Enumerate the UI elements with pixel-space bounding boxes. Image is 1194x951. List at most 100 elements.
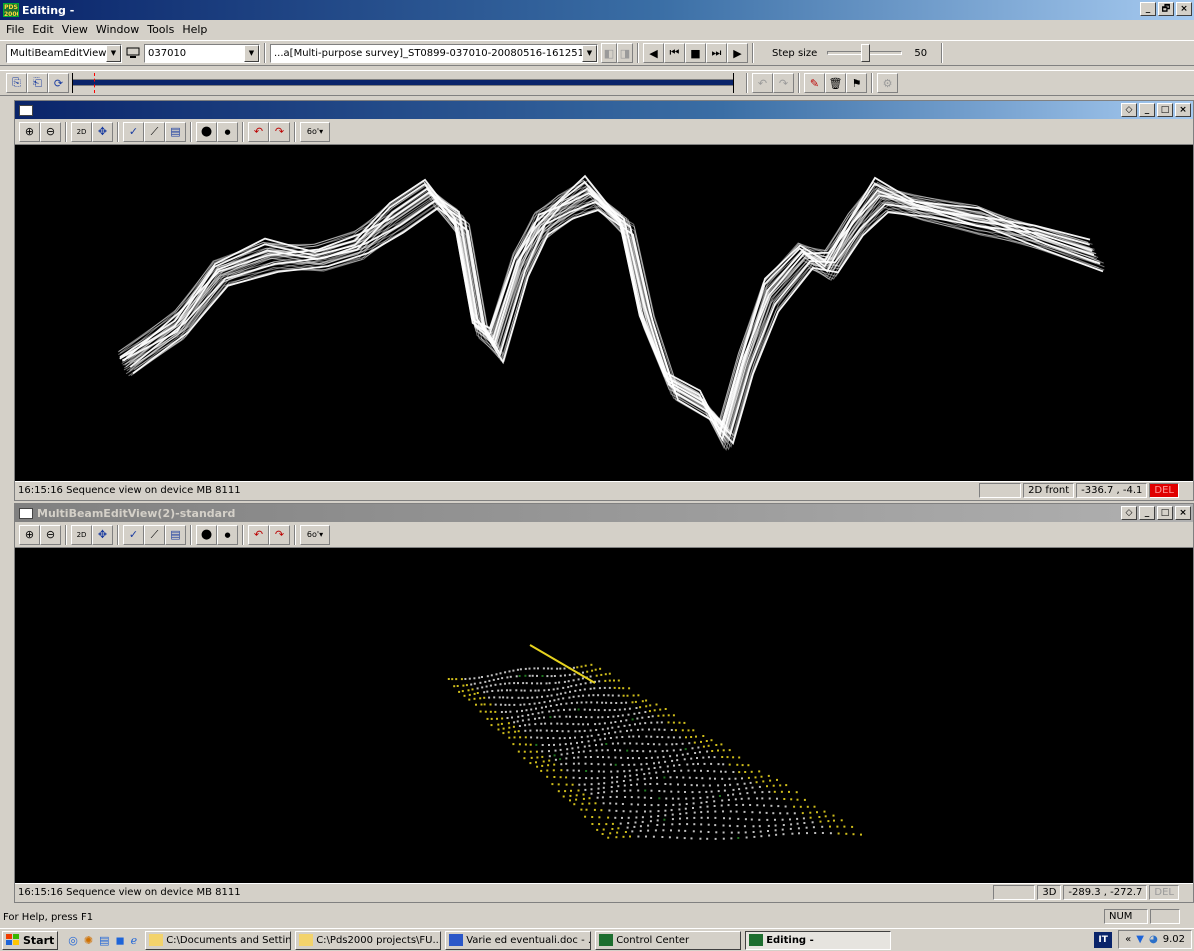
zoom-in-icon[interactable]: ⊕ <box>19 122 40 142</box>
sounding-point <box>729 818 731 820</box>
line-combo[interactable]: 037010 ▼ <box>144 44 260 63</box>
move-cursor-icon[interactable]: ✥ <box>92 122 113 142</box>
sequence-2d-canvas[interactable] <box>15 145 1193 481</box>
menu-tools[interactable]: Tools <box>145 23 180 36</box>
taskbar-item-pds-projects[interactable]: C:\Pds2000 projects\FU... <box>295 931 441 950</box>
rotate-left-icon[interactable]: ↶ <box>248 525 269 545</box>
large-point-icon[interactable]: ● <box>196 122 217 142</box>
stop-button[interactable]: ■ <box>685 43 706 63</box>
top-view-title-bar[interactable]: ◇ _ □ × <box>15 101 1193 119</box>
sounding-point <box>709 785 711 787</box>
start-button[interactable]: Start <box>2 931 58 950</box>
child-maximize-button[interactable]: □ <box>1157 506 1173 520</box>
skip-first-button[interactable]: ⏮ <box>664 43 685 63</box>
list-icon[interactable]: ▤ <box>165 122 186 142</box>
2d-view-button[interactable]: 2D <box>71 122 92 142</box>
rotate-right-icon[interactable]: ↷ <box>269 122 290 142</box>
import-icon[interactable]: ⎘ <box>6 73 27 93</box>
play-backward-button[interactable]: ◀ <box>643 43 664 63</box>
language-indicator[interactable]: IT <box>1094 932 1112 948</box>
position-timeline[interactable] <box>72 73 734 93</box>
menu-window[interactable]: Window <box>94 23 145 36</box>
chevron-down-icon[interactable]: ▼ <box>582 45 597 62</box>
minimize-button[interactable]: _ <box>1140 2 1156 16</box>
sounding-point <box>576 742 578 744</box>
pin-icon[interactable]: ◇ <box>1121 506 1137 520</box>
line-icon[interactable]: ⟋ <box>144 525 165 545</box>
line-icon[interactable]: ⟋ <box>144 122 165 142</box>
taskbar-item-documents[interactable]: C:\Documents and Settin... <box>145 931 291 950</box>
small-point-icon[interactable]: ● <box>217 122 238 142</box>
step-size-slider[interactable] <box>827 51 902 55</box>
export-icon[interactable]: ⎗ <box>27 73 48 93</box>
check-icon[interactable]: ✓ <box>123 122 144 142</box>
pen-edit-icon[interactable]: ✎ <box>804 73 825 93</box>
sounding-point <box>504 683 506 685</box>
menu-file[interactable]: File <box>4 23 30 36</box>
file-combo[interactable]: ...a[Multi-purpose survey]_ST0899-037010… <box>270 44 598 63</box>
sounding-point <box>468 699 470 701</box>
redo-icon[interactable]: ↷ <box>773 73 794 93</box>
notepad-icon[interactable]: ▤ <box>99 934 109 947</box>
zoom-in-icon[interactable]: ⊕ <box>19 525 40 545</box>
child-maximize-button[interactable]: □ <box>1157 103 1173 117</box>
ping-profile-line <box>123 191 1093 444</box>
trash-icon[interactable]: 🗑 <box>825 73 846 93</box>
refresh-icon[interactable]: ⟳ <box>48 73 69 93</box>
flag-icon[interactable]: ⚑ <box>846 73 867 93</box>
chevron-down-icon[interactable]: ▼ <box>106 45 121 62</box>
network-icon[interactable]: ▼ <box>1136 934 1144 945</box>
sequence-3d-canvas[interactable] <box>15 548 1193 883</box>
sounding-point <box>729 784 731 786</box>
child-minimize-button[interactable]: _ <box>1139 103 1155 117</box>
large-point-icon[interactable]: ● <box>196 525 217 545</box>
menu-view[interactable]: View <box>60 23 94 36</box>
small-point-icon[interactable]: ● <box>217 525 238 545</box>
browser-icon[interactable]: ◎ <box>68 934 78 947</box>
taskbar-item-word-doc[interactable]: Varie ed eventuali.doc - ... <box>445 931 591 950</box>
zoom-out-icon[interactable]: ⊖ <box>40 122 61 142</box>
view-combo[interactable]: MultiBeamEditView(2) ▼ <box>6 44 122 63</box>
rotate-right-icon[interactable]: ↷ <box>269 525 290 545</box>
tray-app-icon[interactable]: ◕ <box>1149 934 1158 945</box>
sounding-point <box>628 736 630 738</box>
move-cursor-icon[interactable]: ✥ <box>92 525 113 545</box>
list-icon[interactable]: ▤ <box>165 525 186 545</box>
step-size-slider-thumb[interactable] <box>861 44 870 62</box>
app-title-bar[interactable]: PDS2000 Editing - _ 🗗 × <box>0 0 1194 20</box>
pds-app-icon[interactable]: PDS2000 <box>3 3 19 17</box>
menu-help[interactable]: Help <box>180 23 213 36</box>
child-close-button[interactable]: × <box>1175 506 1191 520</box>
zoom-out-icon[interactable]: ⊖ <box>40 525 61 545</box>
child-close-button[interactable]: × <box>1175 103 1191 117</box>
next-file-icon[interactable]: ◨ <box>617 43 633 63</box>
2d-view-button[interactable]: 2D <box>71 525 92 545</box>
position-marker[interactable] <box>94 73 95 93</box>
glasses-icon[interactable]: 6o' ▾ <box>300 122 330 142</box>
taskbar-item-editing[interactable]: Editing - <box>745 931 891 950</box>
prev-file-icon[interactable]: ◧ <box>601 43 617 63</box>
media-icon[interactable]: ◼ <box>116 934 125 947</box>
check-icon[interactable]: ✓ <box>123 525 144 545</box>
restore-button[interactable]: 🗗 <box>1158 2 1174 16</box>
settings-icon[interactable]: ⚙ <box>877 73 898 93</box>
close-button[interactable]: × <box>1176 2 1192 16</box>
chevron-down-icon[interactable]: ▼ <box>244 45 259 62</box>
sounding-point <box>637 694 639 696</box>
menu-edit[interactable]: Edit <box>30 23 59 36</box>
skip-last-button[interactable]: ⏭ <box>706 43 727 63</box>
tray-expand-icon[interactable]: « <box>1125 934 1131 945</box>
play-forward-button[interactable]: ▶ <box>727 43 748 63</box>
child-minimize-button[interactable]: _ <box>1139 506 1155 520</box>
undo-icon[interactable]: ↶ <box>752 73 773 93</box>
bottom-view-title-bar[interactable]: MultiBeamEditView(2)-standard ◇ _ □ × <box>15 504 1193 522</box>
glasses-icon[interactable]: 6o' ▾ <box>300 525 330 545</box>
taskbar-item-control-center[interactable]: Control Center <box>595 931 741 950</box>
sounding-point <box>558 698 560 700</box>
pin-icon[interactable]: ◇ <box>1121 103 1137 117</box>
rotate-left-icon[interactable]: ↶ <box>248 122 269 142</box>
sounding-point <box>644 722 646 724</box>
sounding-point <box>636 750 638 752</box>
app-launch-icon[interactable]: ✺ <box>84 934 93 947</box>
ie-icon[interactable]: ℯ <box>131 934 138 947</box>
